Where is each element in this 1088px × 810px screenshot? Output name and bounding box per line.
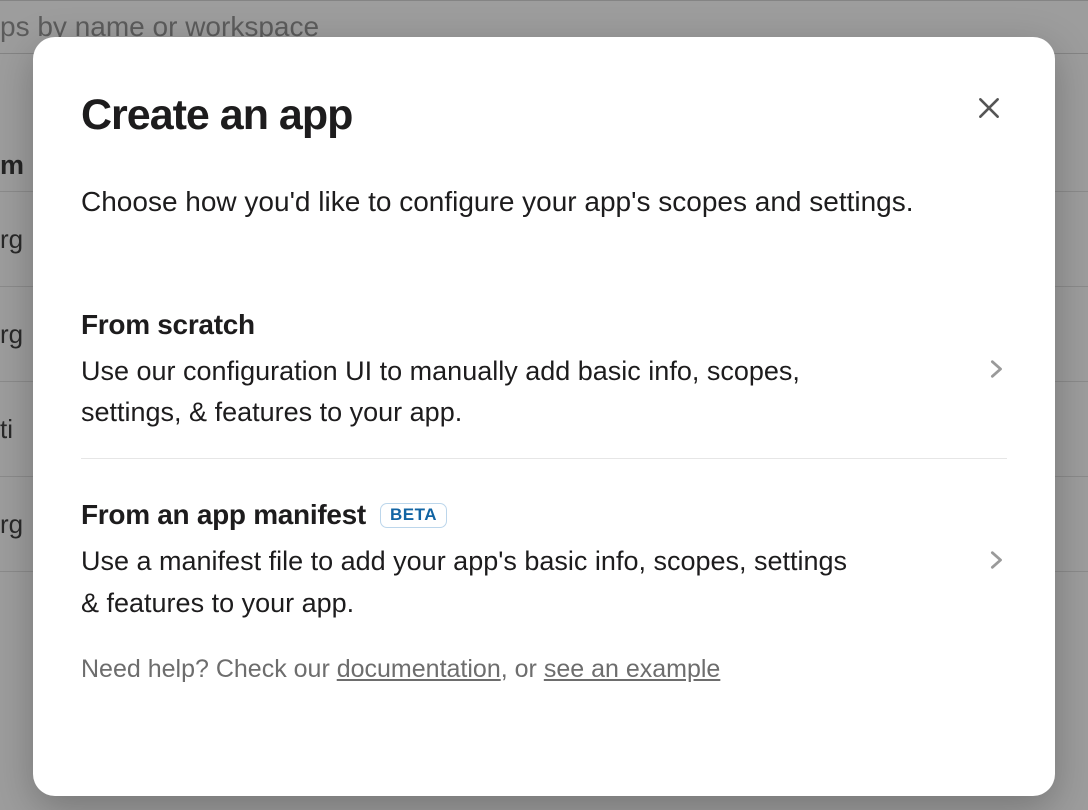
option-title: From scratch [81, 309, 255, 341]
beta-badge: BETA [380, 503, 447, 528]
option-from-scratch[interactable]: From scratch Use our configuration UI to… [81, 293, 1007, 459]
option-from-manifest[interactable]: From an app manifest BETA Use a manifest… [81, 459, 1007, 633]
modal-subtitle: Choose how you'd like to configure your … [81, 182, 1007, 223]
documentation-link[interactable]: documentation [337, 655, 501, 683]
close-button[interactable] [971, 91, 1007, 127]
help-text: Need help? Check our documentation, or s… [81, 655, 1007, 684]
option-description: Use our configuration UI to manually add… [81, 351, 861, 435]
close-icon [976, 95, 1002, 124]
option-description: Use a manifest file to add your app's ba… [81, 541, 861, 625]
see-example-link[interactable]: see an example [544, 655, 721, 683]
create-app-modal: Create an app Choose how you'd like to c… [33, 37, 1055, 796]
modal-title: Create an app [81, 91, 352, 140]
chevron-right-icon [985, 545, 1007, 580]
help-prefix: Need help? Check our [81, 655, 337, 683]
help-mid: , or [501, 655, 544, 683]
chevron-right-icon [985, 354, 1007, 389]
option-title: From an app manifest [81, 499, 366, 531]
